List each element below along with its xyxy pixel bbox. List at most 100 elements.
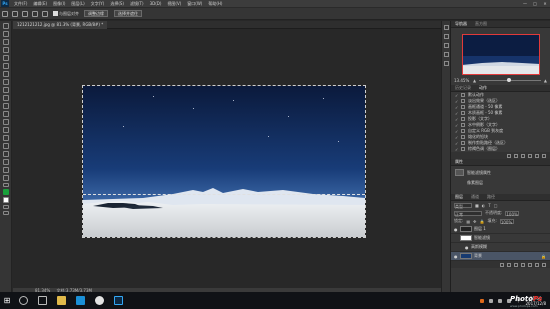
eye-icon[interactable]: ● — [465, 245, 469, 250]
record-icon[interactable] — [514, 153, 518, 158]
history-brush-icon[interactable] — [3, 95, 9, 101]
stop-icon[interactable] — [507, 153, 511, 158]
healing-tool-icon[interactable] — [3, 71, 9, 77]
tab-history[interactable]: 历史记录 — [451, 85, 475, 91]
trash-icon[interactable] — [542, 262, 546, 267]
zoom-out-icon[interactable]: ▲ — [473, 78, 476, 83]
menu-filter[interactable]: 滤镜(T) — [127, 1, 147, 7]
check-icon[interactable]: ✓ — [455, 93, 459, 98]
fill-field[interactable]: 100% — [499, 218, 514, 225]
maximize-button[interactable]: □ — [530, 1, 540, 6]
tab-channels[interactable]: 通道 — [467, 194, 483, 200]
zoom-slider[interactable] — [479, 77, 541, 82]
delete-icon[interactable] — [542, 153, 546, 158]
gradient-tool-icon[interactable] — [3, 111, 9, 117]
menu-view[interactable]: 视图(V) — [164, 1, 184, 7]
brush-tool-icon[interactable] — [3, 79, 9, 85]
tab-actions[interactable]: 动作 — [475, 85, 491, 91]
check-icon[interactable]: ✓ — [455, 123, 459, 128]
menu-3d[interactable]: 3D(D) — [147, 1, 165, 6]
tab-navigator[interactable]: 导航器 — [451, 21, 471, 27]
quick-select-tool-icon[interactable] — [2, 10, 8, 17]
filter-type-icon[interactable]: T — [488, 203, 490, 208]
dodge-tool-icon[interactable] — [3, 127, 9, 133]
close-button[interactable]: ✕ — [540, 1, 550, 6]
task-view-icon[interactable] — [38, 296, 47, 305]
new-group-icon[interactable] — [528, 262, 532, 267]
menu-image[interactable]: 图像(I) — [50, 1, 68, 7]
network-icon[interactable] — [498, 298, 503, 303]
layer-row[interactable]: ● 图层 1 — [451, 225, 550, 234]
quick-select-icon[interactable] — [3, 47, 9, 53]
ime-icon[interactable] — [480, 298, 485, 303]
new-action-icon[interactable] — [535, 153, 539, 158]
document-canvas[interactable] — [82, 85, 366, 238]
quick-mask-icon[interactable] — [3, 205, 9, 209]
new-selection-icon[interactable] — [12, 10, 18, 17]
lock-all-icon[interactable]: 🔒 — [480, 219, 485, 224]
screen-mode-icon[interactable] — [3, 211, 9, 215]
opacity-field[interactable]: 100% — [505, 210, 520, 217]
eye-icon[interactable]: ● — [454, 227, 458, 232]
path-select-icon[interactable] — [3, 151, 9, 157]
select-and-mask-button[interactable]: 选择并遮住 — [114, 10, 142, 17]
check-icon[interactable]: ✓ — [455, 117, 459, 122]
layer-row[interactable]: ● 高斯模糊 — [451, 243, 550, 252]
marquee-tool-icon[interactable] — [3, 31, 9, 37]
menu-help[interactable]: 帮助(H) — [205, 1, 225, 7]
navigator-view-box[interactable] — [461, 34, 540, 75]
menu-layer[interactable]: 图层(L) — [68, 1, 87, 7]
more-tools-icon[interactable] — [3, 183, 9, 187]
check-icon[interactable]: ✓ — [455, 147, 459, 152]
layer-row[interactable]: ● 背景 🔒 — [451, 252, 550, 261]
subtract-selection-icon[interactable] — [32, 10, 38, 17]
brush-size-icon[interactable] — [42, 10, 48, 17]
paragraph-panel-icon[interactable] — [443, 61, 449, 66]
tab-properties[interactable]: 属性 — [451, 159, 467, 165]
eraser-tool-icon[interactable] — [3, 103, 9, 109]
photoshop-taskbar-icon[interactable] — [114, 296, 123, 305]
menu-window[interactable]: 窗口(W) — [184, 1, 205, 7]
lock-position-icon[interactable]: ✥ — [473, 219, 476, 224]
check-icon[interactable]: ✓ — [455, 105, 459, 110]
background-color-icon[interactable] — [3, 197, 9, 203]
browser-icon[interactable] — [95, 296, 104, 305]
filter-pixel-icon[interactable]: ■ — [475, 203, 479, 208]
menu-edit[interactable]: 编辑(E) — [30, 1, 50, 7]
check-icon[interactable]: ✓ — [455, 141, 459, 146]
file-explorer-icon[interactable] — [57, 296, 66, 305]
adjustment-icon[interactable] — [521, 262, 525, 267]
tab-histogram[interactable]: 直方图 — [471, 21, 491, 27]
tab-layers[interactable]: 图层 — [451, 194, 467, 200]
app-logo[interactable]: Ps — [1, 0, 9, 7]
zoom-tool-icon[interactable] — [3, 175, 9, 181]
eye-icon[interactable]: ● — [454, 254, 458, 259]
foreground-color-icon[interactable] — [3, 189, 9, 195]
new-layer-icon[interactable] — [535, 262, 539, 267]
check-icon[interactable]: ✓ — [455, 135, 459, 140]
history-panel-icon[interactable] — [443, 25, 449, 30]
navigator-zoom[interactable]: 13.45% — [454, 78, 470, 83]
brush-panel-icon[interactable] — [443, 43, 449, 48]
move-tool-icon[interactable] — [3, 23, 9, 29]
layer-kind-select[interactable]: 类型 — [454, 202, 472, 209]
play-icon[interactable] — [521, 153, 525, 158]
refine-edge-button[interactable]: 调整边缘 — [84, 10, 108, 17]
menu-file[interactable]: 文件(F) — [11, 1, 30, 7]
minimize-button[interactable]: — — [520, 1, 530, 6]
menu-type[interactable]: 文字(Y) — [88, 1, 108, 7]
crop-tool-icon[interactable] — [3, 55, 9, 61]
eyedropper-tool-icon[interactable] — [3, 63, 9, 69]
pen-tool-icon[interactable] — [3, 135, 9, 141]
navigator-preview[interactable] — [461, 34, 540, 75]
menu-select[interactable]: 选择(S) — [107, 1, 127, 7]
lock-pixels-icon[interactable]: ▦ — [466, 219, 470, 224]
check-icon[interactable]: ✓ — [455, 99, 459, 104]
new-set-icon[interactable] — [528, 153, 532, 158]
blend-mode-select[interactable]: 正常 — [454, 210, 482, 217]
add-mask-icon[interactable] — [514, 262, 518, 267]
search-icon[interactable] — [19, 296, 28, 305]
type-tool-icon[interactable] — [3, 143, 9, 149]
filter-shape-icon[interactable]: □ — [494, 203, 498, 208]
hand-tool-icon[interactable] — [3, 167, 9, 173]
